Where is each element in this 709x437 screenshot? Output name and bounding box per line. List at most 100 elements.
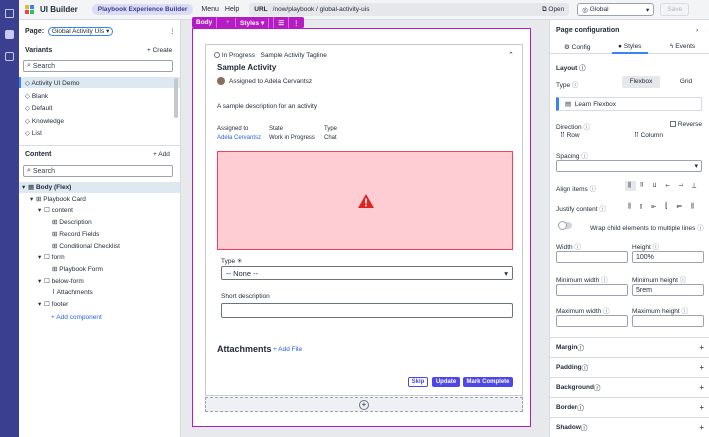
settings-icon[interactable]: ☰ — [274, 17, 290, 28]
height-label: Height ⓘ — [632, 244, 660, 251]
spacing-label: Spacing ⓘ — [556, 153, 588, 160]
top-bar: UI Builder Playbook Experience Builder M… — [19, 0, 709, 20]
tree-item[interactable]: ⌇ Attachments — [46, 288, 93, 296]
tagline: Sample Activity Tagline — [260, 52, 327, 59]
help-link[interactable]: Help — [225, 6, 239, 13]
create-variant-button[interactable]: + Create — [147, 47, 172, 54]
tree-item[interactable]: ▾ ▦ Body (Flex) — [22, 183, 71, 191]
tree-item-label: Playbook Card — [43, 195, 86, 203]
variants-scrollbar[interactable] — [174, 78, 178, 118]
expand-icon[interactable]: + — [699, 423, 704, 432]
short-desc-input[interactable] — [221, 303, 513, 318]
plus-circle-icon[interactable]: + — [359, 400, 369, 410]
section-border[interactable]: Border ⓘ + — [550, 397, 709, 416]
menu-link[interactable]: Menu — [201, 6, 219, 13]
reverse-checkbox[interactable]: Reverse — [670, 121, 702, 128]
spacing-select[interactable]: ▾ — [556, 160, 702, 172]
field-label: Type — [324, 126, 338, 132]
height-input[interactable]: 100% — [632, 251, 704, 263]
status-icon — [214, 52, 220, 58]
field-value[interactable]: Adela Cervantsz — [217, 135, 261, 141]
variant-item[interactable]: ◇ Default — [25, 104, 52, 112]
update-button[interactable]: Update — [432, 377, 460, 387]
page-select[interactable]: Global Activity UIs ▾ — [47, 27, 114, 36]
add-component-dropzone[interactable]: + — [205, 397, 523, 412]
more-icon[interactable]: ⋮ — [169, 27, 176, 35]
variant-item[interactable]: ◇ Blank — [25, 92, 48, 100]
open-link[interactable]: ⧉ Open — [542, 6, 564, 14]
chevron-right-icon[interactable]: › — [696, 27, 698, 34]
tab-config[interactable]: ⚙ Config — [564, 43, 590, 51]
tree-item[interactable]: ⊞ Description — [46, 218, 92, 226]
grid-toggle[interactable]: Grid — [674, 76, 698, 88]
expand-icon[interactable]: + — [699, 403, 704, 412]
direction-row[interactable]: ⠿ Row — [560, 131, 580, 139]
width-input[interactable] — [556, 251, 628, 263]
expand-icon[interactable]: + — [699, 343, 704, 352]
max-height-input[interactable] — [632, 315, 704, 327]
field-value: Chat — [324, 135, 337, 141]
menu-icon[interactable] — [5, 9, 14, 18]
tree-item[interactable]: ▾ ☐ content — [38, 206, 73, 214]
variant-item[interactable]: ◇ Activity UI Demo — [25, 79, 80, 87]
content-search[interactable]: ⌕ Search — [23, 165, 173, 177]
justify-options[interactable]: ⫼⫾⊪⫿⊫⫼ — [628, 203, 703, 211]
tab-events[interactable]: ϟ Events — [670, 43, 695, 50]
body-tag[interactable]: Body — [192, 17, 218, 28]
scope-select[interactable]: ◎ Global ▾ — [577, 3, 655, 16]
save-button[interactable]: Save — [660, 3, 690, 16]
mark-complete-button[interactable]: Mark Complete — [463, 377, 513, 387]
tree-item[interactable]: ▾ ☐ form — [38, 253, 65, 261]
tree-item[interactable]: ⊞ Playbook Form — [46, 265, 103, 273]
learn-flexbox-link[interactable]: ▤ Learn Flexbox — [556, 97, 702, 111]
field-label: Assigned to — [217, 126, 249, 132]
add-content-button[interactable]: + Add — [153, 151, 170, 158]
add-file-link[interactable]: + Add File — [273, 346, 302, 353]
variant-item[interactable]: ◇ Knowledge — [25, 117, 64, 125]
tree-item[interactable]: ▾ ⊞ Playbook Card — [30, 195, 86, 203]
book-icon: ▤ — [565, 101, 575, 108]
section-padding[interactable]: Padding ⓘ + — [550, 357, 709, 376]
align-items-options[interactable]: ⫼⫪⫫⊢⊣⊥ — [628, 182, 705, 190]
variant-label: Activity UI Demo — [31, 80, 80, 87]
tree-item[interactable]: ▾ ☐ below-form — [38, 277, 84, 285]
page-icon[interactable] — [5, 30, 14, 39]
layout-heading: Layout ⓘ — [556, 65, 586, 72]
section-margin[interactable]: Margin ⓘ + — [550, 337, 709, 356]
min-width-input[interactable] — [556, 284, 628, 296]
tree-item-label: footer — [51, 301, 69, 308]
tree-item[interactable]: ⊞ Record Fields — [46, 230, 99, 238]
chevron-down-icon: ▾ — [694, 163, 698, 170]
section-label: Background — [556, 383, 594, 391]
tab-styles[interactable]: ● Styles — [618, 43, 641, 50]
short-desc-label: Short description — [221, 293, 270, 300]
box-icon: ☐ — [44, 301, 52, 308]
variant-item[interactable]: ◇ List — [25, 129, 42, 137]
expand-icon[interactable]: + — [699, 363, 704, 372]
grid-icon: ▦ — [28, 184, 36, 191]
flexbox-toggle[interactable]: Flexbox — [622, 76, 660, 88]
width-label: Width ⓘ — [556, 244, 581, 251]
url-bar[interactable]: URL /now/playbook / global-activity-uis … — [249, 3, 570, 16]
max-width-input[interactable] — [556, 315, 628, 327]
expand-icon[interactable]: + — [699, 383, 704, 392]
experience-pill[interactable]: Playbook Experience Builder — [91, 4, 194, 15]
add-component-link[interactable]: + Add component — [51, 314, 102, 321]
wrap-toggle[interactable] — [558, 221, 572, 230]
tree-item[interactable]: ▾ ☐ footer — [38, 300, 68, 308]
skip-button[interactable]: Skip — [408, 377, 428, 387]
min-height-input[interactable]: 5rem — [632, 284, 704, 296]
direction-column[interactable]: ⠿ Column — [634, 131, 663, 139]
type-select[interactable]: -- None -- ▾ — [221, 266, 513, 280]
components-icon[interactable] — [5, 52, 14, 61]
tree-item[interactable]: ⊞ Conditional Checklist — [46, 242, 120, 250]
section-background[interactable]: Background ⓘ + — [550, 377, 709, 396]
variant-label: Knowledge — [31, 117, 64, 125]
collapse-icon[interactable]: ⌃ — [508, 51, 514, 59]
page-selector: Page: Global Activity UIs ▾ — [25, 27, 114, 36]
more-icon[interactable]: ⋮ — [289, 17, 304, 28]
max-height-label: Maximum height ⓘ — [632, 308, 688, 315]
styles-menu[interactable]: ◔ Styles ▾ — [217, 17, 275, 28]
section-shadow[interactable]: Shadow ⓘ + — [550, 417, 709, 436]
variants-search[interactable]: ⌕ Search — [23, 60, 173, 72]
